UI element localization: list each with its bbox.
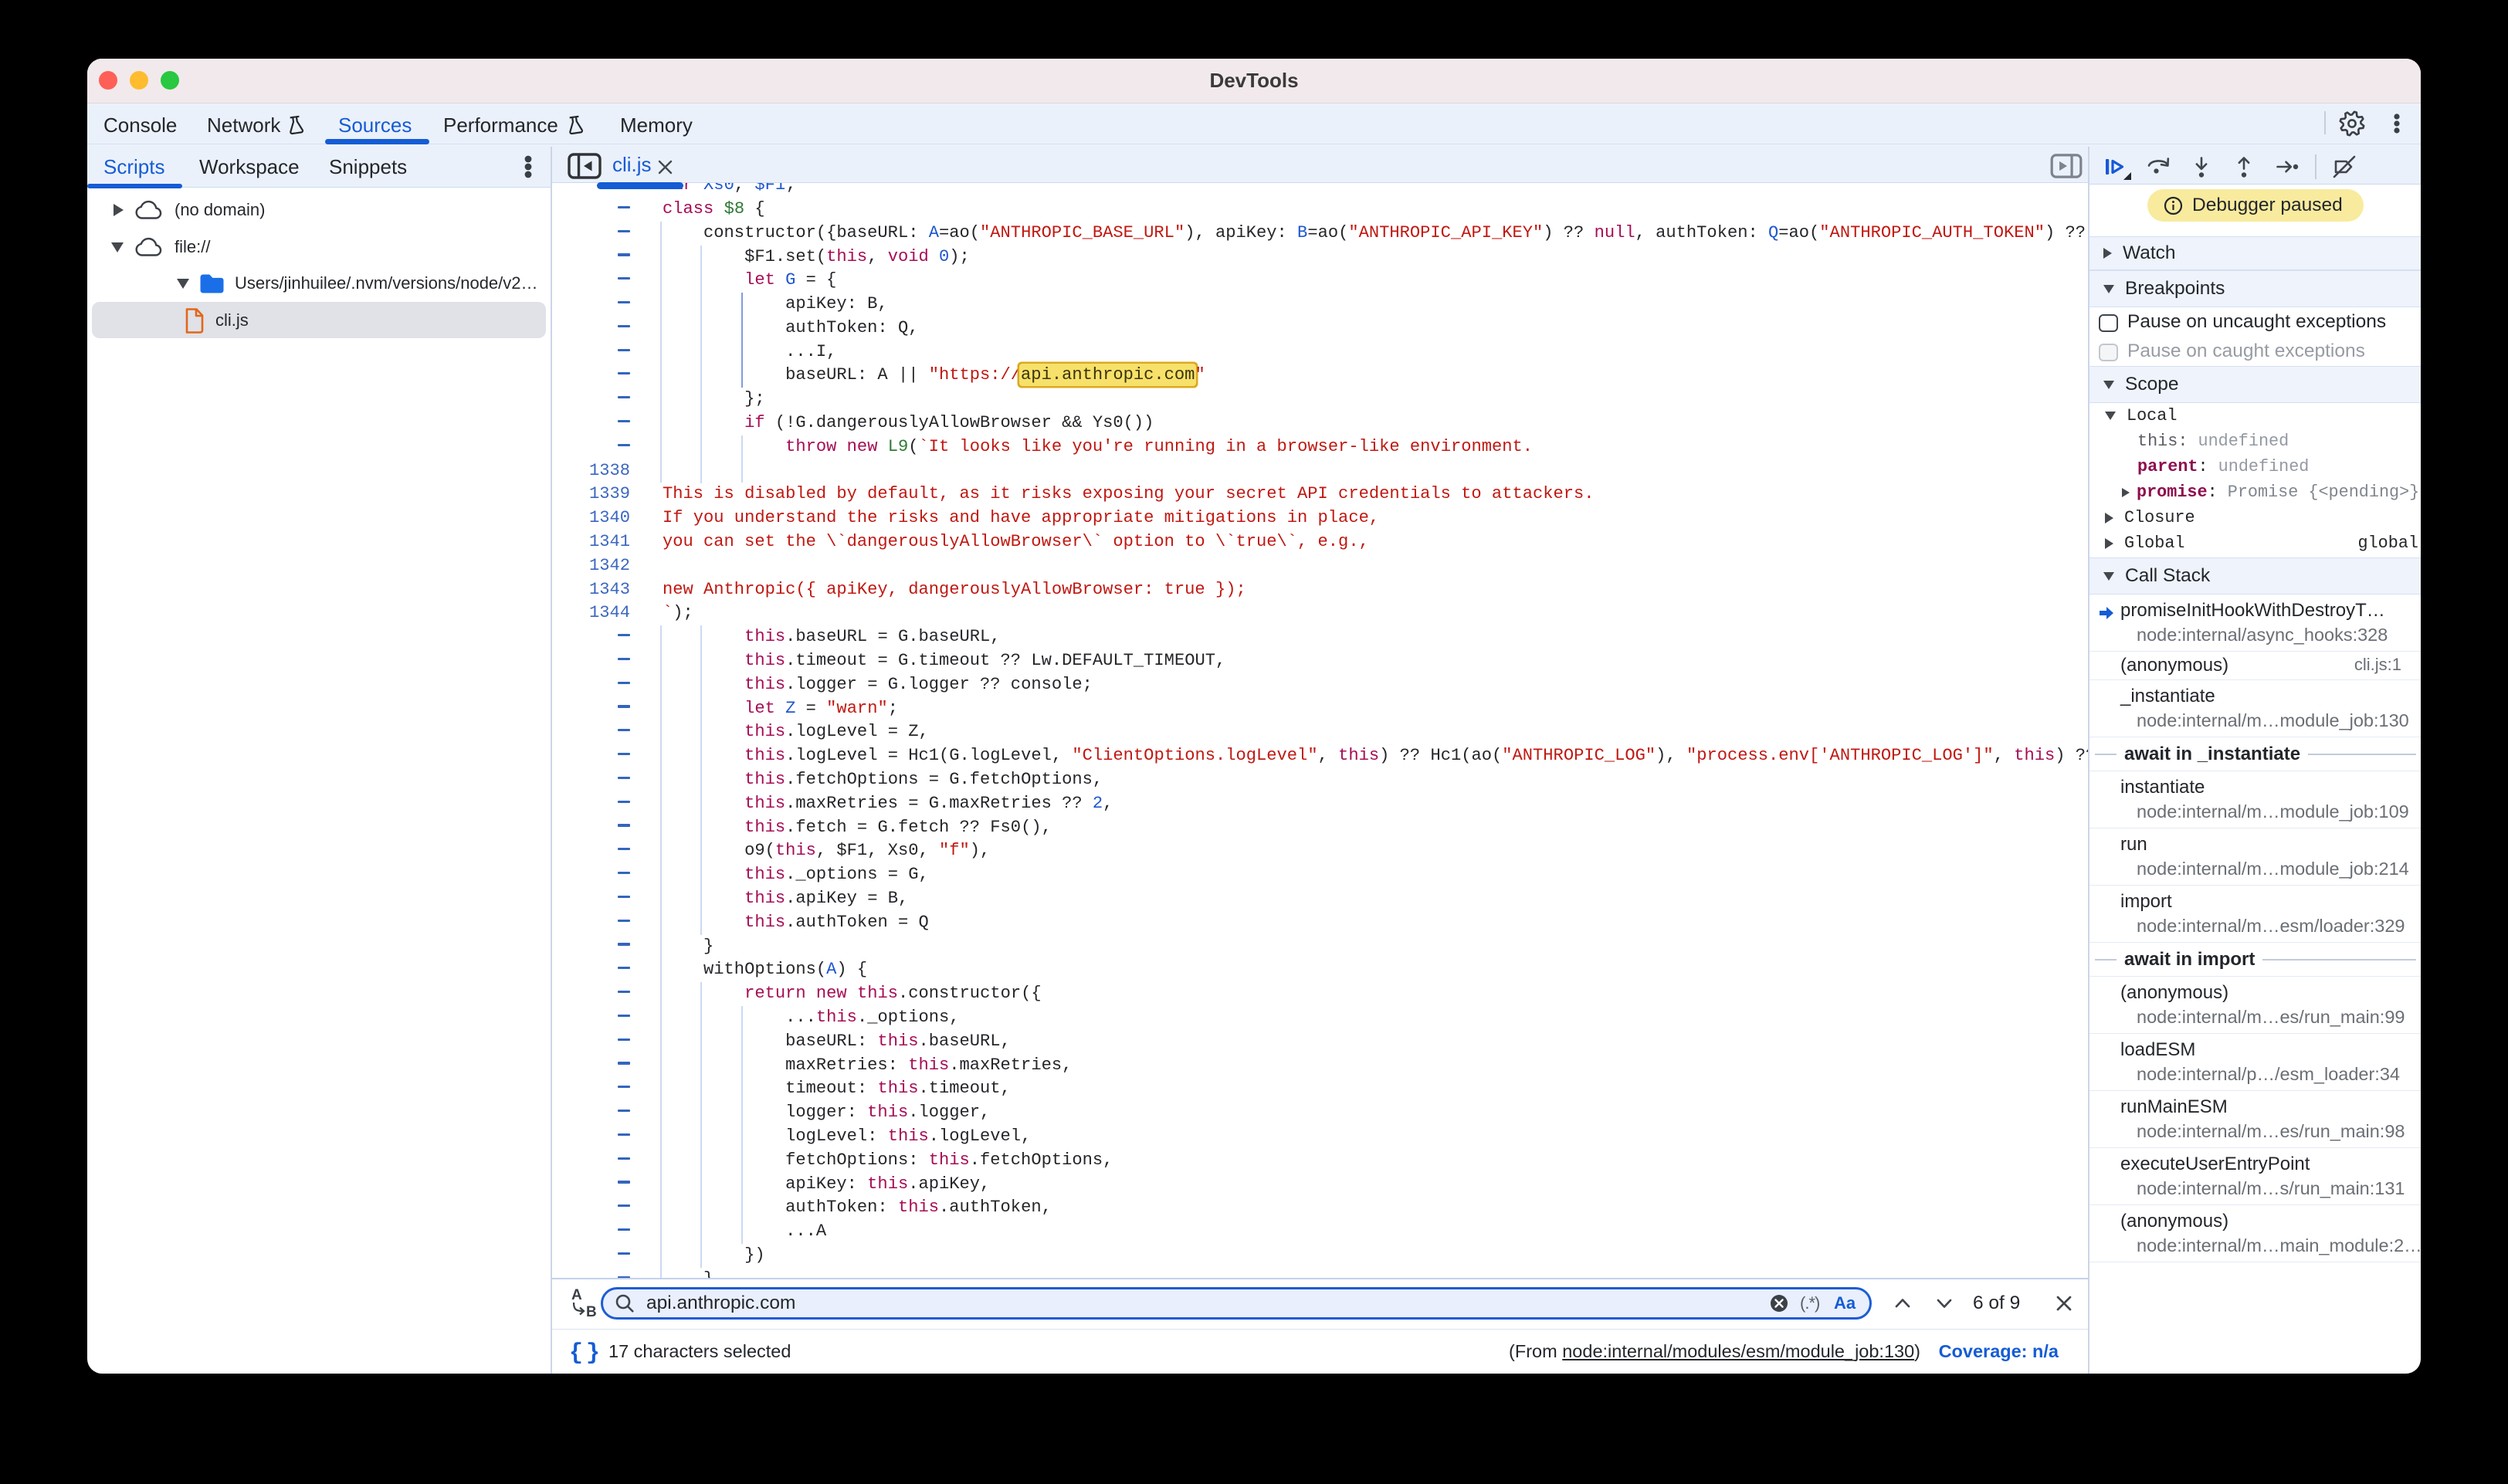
svg-text:}: } [586, 1340, 600, 1365]
svg-text:{: { [569, 1340, 583, 1365]
svg-text:A: A [571, 1287, 582, 1303]
svg-text:B: B [586, 1304, 597, 1320]
